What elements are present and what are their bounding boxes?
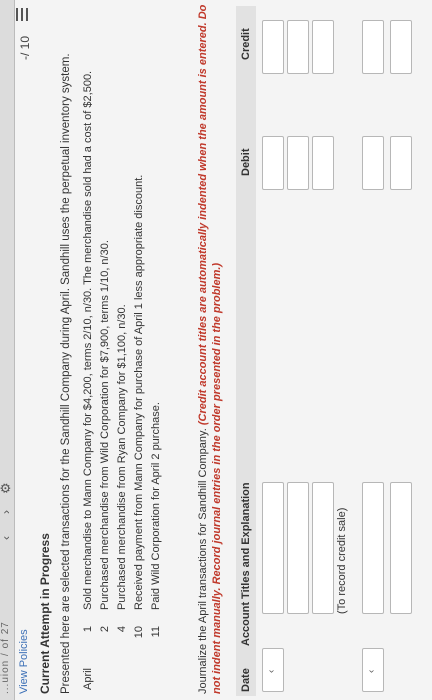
account-input[interactable] — [287, 482, 309, 614]
credit-column-header: Credit — [240, 28, 252, 60]
instructions: Journalize the April transactions for Sa… — [196, 4, 224, 694]
transaction-row: April 1 Sold merchandise to Mann Company… — [80, 67, 97, 694]
credit-input[interactable] — [262, 20, 284, 74]
intro-text: Presented here are selected transactions… — [60, 53, 72, 694]
transaction-row: 10 Received payment from Mann Company fo… — [131, 67, 148, 694]
transaction-day: 2 — [99, 626, 111, 633]
transaction-text: Sold merchandise to Mann Company for $4,… — [82, 70, 94, 610]
transaction-text: Purchased merchandise from Wild Corporat… — [99, 240, 111, 610]
transaction-text: Purchased merchandise from Ryan Company … — [116, 304, 128, 610]
view-policies-link[interactable]: View Policies — [18, 629, 30, 694]
debit-input[interactable] — [390, 136, 412, 190]
credit-input[interactable] — [312, 20, 334, 74]
entry-note: (To record credit sale) — [336, 507, 348, 614]
transaction-day: 1 — [82, 626, 94, 633]
rotated-page: ...uion / of 27 ‹ › ⚙ View Policies -/ 1… — [0, 0, 432, 700]
transaction-month — [114, 648, 131, 694]
date-select[interactable]: ‹ — [362, 648, 384, 692]
instructions-plain: Journalize the April transactions for Sa… — [197, 428, 209, 694]
date-select[interactable]: ‹ — [262, 648, 284, 692]
attempt-title: Current Attempt in Progress — [38, 533, 52, 694]
transaction-text: Received payment from Mann Company for p… — [133, 174, 145, 610]
transaction-day: 4 — [116, 626, 128, 633]
debit-input[interactable] — [312, 136, 334, 190]
transaction-text: Paid Wild Corporation for April 2 purcha… — [150, 402, 162, 610]
credit-input[interactable] — [362, 20, 384, 74]
transaction-row: 4 Purchased merchandise from Ryan Compan… — [114, 67, 131, 694]
account-input[interactable] — [362, 482, 384, 614]
transaction-month — [148, 648, 165, 694]
debit-column-header: Debit — [240, 148, 252, 177]
gear-icon[interactable]: ⚙ — [0, 482, 14, 494]
journal-header: Date Account Titles and Explanation Debi… — [236, 6, 256, 696]
score-text: -/ 10 — [18, 36, 32, 61]
browser-top-bar: ...uion / of 27 ‹ › ⚙ — [0, 0, 15, 700]
partial-title: ...uion / of 27 — [0, 621, 11, 694]
account-input[interactable] — [390, 482, 412, 614]
transactions-table: April 1 Sold merchandise to Mann Company… — [80, 67, 165, 694]
credit-input[interactable] — [390, 20, 412, 74]
transaction-row: 11 Paid Wild Corporation for April 2 pur… — [148, 67, 165, 694]
transaction-day: 11 — [150, 626, 162, 638]
transaction-day: 10 — [133, 626, 145, 639]
menu-icon[interactable] — [16, 8, 28, 21]
debit-input[interactable] — [362, 136, 384, 190]
transaction-row: 2 Purchased merchandise from Wild Corpor… — [97, 67, 114, 694]
chevron-left-icon[interactable]: ‹ — [0, 536, 13, 540]
debit-input[interactable] — [287, 136, 309, 190]
account-column-header: Account Titles and Explanation — [240, 482, 252, 646]
transaction-month — [131, 648, 148, 694]
date-column-header: Date — [240, 668, 252, 692]
chevron-down-icon: ‹ — [266, 669, 277, 673]
chevron-right-icon[interactable]: › — [0, 510, 13, 514]
transaction-month: April — [82, 667, 94, 690]
account-input[interactable] — [262, 482, 284, 614]
credit-input[interactable] — [287, 20, 309, 74]
debit-input[interactable] — [262, 136, 284, 190]
transaction-month — [97, 648, 114, 694]
account-input[interactable] — [312, 482, 334, 614]
chevron-down-icon: ‹ — [366, 669, 377, 673]
